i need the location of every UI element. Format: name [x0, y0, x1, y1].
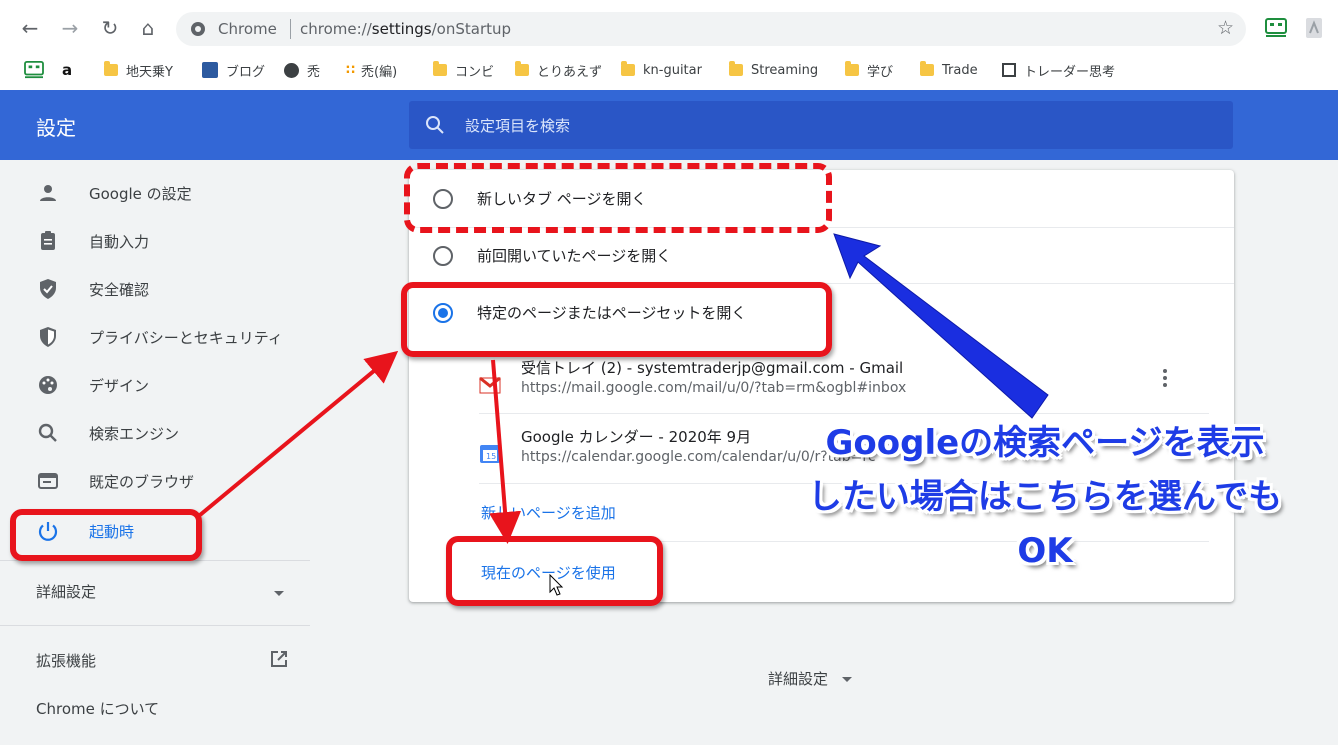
red-arrow	[198, 350, 399, 517]
blue-arrow	[833, 233, 1049, 419]
callout-line: OK	[1017, 531, 1073, 571]
hand-cursor-icon	[549, 573, 564, 596]
callout-line: Googleの検索ページを表示	[825, 423, 1265, 463]
annotation-arrows	[198, 233, 1049, 596]
callout-line: したい場合はこちらを選んでも	[807, 477, 1283, 517]
red-arrow	[489, 359, 522, 544]
annotation-callout: Googleの検索ページを表示 したい場合はこちらを選んでも OK	[770, 416, 1320, 578]
